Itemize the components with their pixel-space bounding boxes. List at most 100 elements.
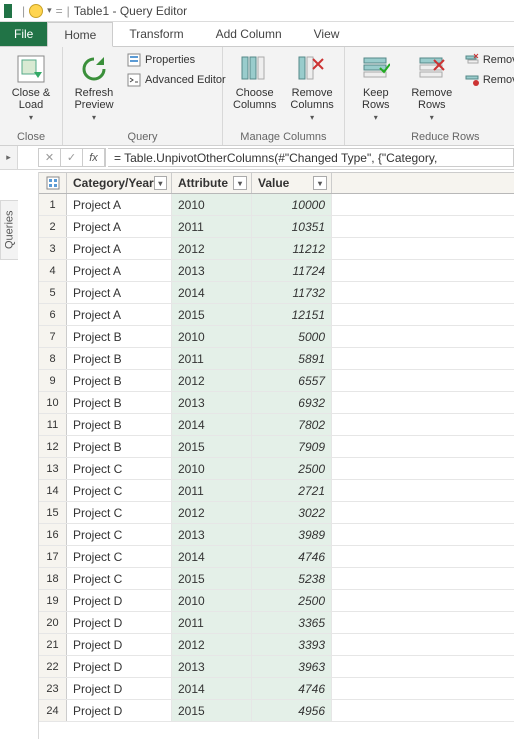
cell-category[interactable]: Project B: [67, 326, 172, 347]
table-row[interactable]: 15Project C20123022: [39, 502, 514, 524]
collapse-nav-icon[interactable]: ▸: [0, 146, 18, 169]
row-number[interactable]: 15: [39, 502, 67, 523]
cell-attribute[interactable]: 2011: [172, 612, 252, 633]
cell-attribute[interactable]: 2015: [172, 568, 252, 589]
queries-pane-tab[interactable]: Queries: [0, 200, 18, 260]
cell-value[interactable]: 6932: [252, 392, 332, 413]
keep-rows-button[interactable]: Keep Rows ▾: [351, 51, 401, 124]
table-row[interactable]: 5Project A201411732: [39, 282, 514, 304]
row-number[interactable]: 1: [39, 194, 67, 215]
cell-attribute[interactable]: 2012: [172, 370, 252, 391]
commit-formula-icon[interactable]: ✓: [61, 149, 83, 167]
cell-category[interactable]: Project A: [67, 282, 172, 303]
row-number[interactable]: 18: [39, 568, 67, 589]
row-number[interactable]: 3: [39, 238, 67, 259]
refresh-preview-button[interactable]: Refresh Preview ▾: [69, 51, 119, 124]
table-row[interactable]: 11Project B20147802: [39, 414, 514, 436]
cell-attribute[interactable]: 2015: [172, 304, 252, 325]
tab-view[interactable]: View: [298, 22, 356, 46]
table-row[interactable]: 19Project D20102500: [39, 590, 514, 612]
table-row[interactable]: 21Project D20123393: [39, 634, 514, 656]
table-row[interactable]: 8Project B20115891: [39, 348, 514, 370]
row-number[interactable]: 22: [39, 656, 67, 677]
column-header-category-year[interactable]: Category/Year ▾: [67, 173, 172, 193]
cell-value[interactable]: 11732: [252, 282, 332, 303]
cell-category[interactable]: Project A: [67, 216, 172, 237]
row-number[interactable]: 21: [39, 634, 67, 655]
table-row[interactable]: 16Project C20133989: [39, 524, 514, 546]
cell-value[interactable]: 10000: [252, 194, 332, 215]
remove-rows-button[interactable]: Remove Rows ▾: [407, 51, 457, 124]
cell-value[interactable]: 7909: [252, 436, 332, 457]
cancel-formula-icon[interactable]: ✕: [39, 149, 61, 167]
cell-category[interactable]: Project A: [67, 260, 172, 281]
cell-value[interactable]: 12151: [252, 304, 332, 325]
cell-attribute[interactable]: 2012: [172, 502, 252, 523]
filter-dropdown-icon[interactable]: ▾: [313, 176, 327, 190]
table-row[interactable]: 20Project D20113365: [39, 612, 514, 634]
cell-value[interactable]: 3989: [252, 524, 332, 545]
properties-button[interactable]: Properties: [125, 51, 228, 69]
row-number[interactable]: 14: [39, 480, 67, 501]
cell-attribute[interactable]: 2010: [172, 458, 252, 479]
row-number[interactable]: 10: [39, 392, 67, 413]
cell-value[interactable]: 2721: [252, 480, 332, 501]
cell-attribute[interactable]: 2012: [172, 238, 252, 259]
cell-category[interactable]: Project B: [67, 348, 172, 369]
cell-attribute[interactable]: 2013: [172, 260, 252, 281]
cell-value[interactable]: 4746: [252, 546, 332, 567]
row-number[interactable]: 19: [39, 590, 67, 611]
row-number[interactable]: 12: [39, 436, 67, 457]
row-number[interactable]: 13: [39, 458, 67, 479]
cell-attribute[interactable]: 2011: [172, 216, 252, 237]
cell-attribute[interactable]: 2013: [172, 524, 252, 545]
table-row[interactable]: 13Project C20102500: [39, 458, 514, 480]
cell-attribute[interactable]: 2012: [172, 634, 252, 655]
cell-category[interactable]: Project C: [67, 458, 172, 479]
row-number[interactable]: 24: [39, 700, 67, 721]
cell-category[interactable]: Project B: [67, 370, 172, 391]
cell-value[interactable]: 5000: [252, 326, 332, 347]
cell-category[interactable]: Project C: [67, 568, 172, 589]
row-number[interactable]: 4: [39, 260, 67, 281]
cell-attribute[interactable]: 2014: [172, 546, 252, 567]
row-number[interactable]: 20: [39, 612, 67, 633]
cell-category[interactable]: Project C: [67, 524, 172, 545]
cell-value[interactable]: 3963: [252, 656, 332, 677]
remove-columns-button[interactable]: Remove Columns ▾: [286, 51, 337, 124]
column-header-value[interactable]: Value ▾: [252, 173, 332, 193]
table-row[interactable]: 22Project D20133963: [39, 656, 514, 678]
cell-category[interactable]: Project B: [67, 436, 172, 457]
cell-category[interactable]: Project D: [67, 678, 172, 699]
table-row[interactable]: 2Project A201110351: [39, 216, 514, 238]
row-number[interactable]: 7: [39, 326, 67, 347]
cell-value[interactable]: 5891: [252, 348, 332, 369]
cell-value[interactable]: 2500: [252, 590, 332, 611]
cell-category[interactable]: Project C: [67, 546, 172, 567]
row-number[interactable]: 11: [39, 414, 67, 435]
cell-attribute[interactable]: 2014: [172, 414, 252, 435]
cell-category[interactable]: Project D: [67, 634, 172, 655]
row-number[interactable]: 2: [39, 216, 67, 237]
cell-category[interactable]: Project D: [67, 656, 172, 677]
remove-errors-button[interactable]: Remove Er: [463, 71, 514, 89]
table-row[interactable]: 24Project D20154956: [39, 700, 514, 722]
cell-attribute[interactable]: 2014: [172, 678, 252, 699]
cell-value[interactable]: 3022: [252, 502, 332, 523]
table-row[interactable]: 6Project A201512151: [39, 304, 514, 326]
formula-input[interactable]: = Table.UnpivotOtherColumns(#"Changed Ty…: [108, 148, 514, 167]
cell-attribute[interactable]: 2010: [172, 326, 252, 347]
cell-value[interactable]: 2500: [252, 458, 332, 479]
cell-category[interactable]: Project A: [67, 238, 172, 259]
cell-value[interactable]: 6557: [252, 370, 332, 391]
advanced-editor-button[interactable]: Advanced Editor: [125, 71, 228, 89]
row-number[interactable]: 8: [39, 348, 67, 369]
cell-attribute[interactable]: 2013: [172, 392, 252, 413]
table-options-icon[interactable]: [39, 173, 67, 193]
table-row[interactable]: 7Project B20105000: [39, 326, 514, 348]
cell-category[interactable]: Project A: [67, 194, 172, 215]
cell-attribute[interactable]: 2013: [172, 656, 252, 677]
table-row[interactable]: 18Project C20155238: [39, 568, 514, 590]
tab-transform[interactable]: Transform: [113, 22, 199, 46]
cell-attribute[interactable]: 2010: [172, 590, 252, 611]
